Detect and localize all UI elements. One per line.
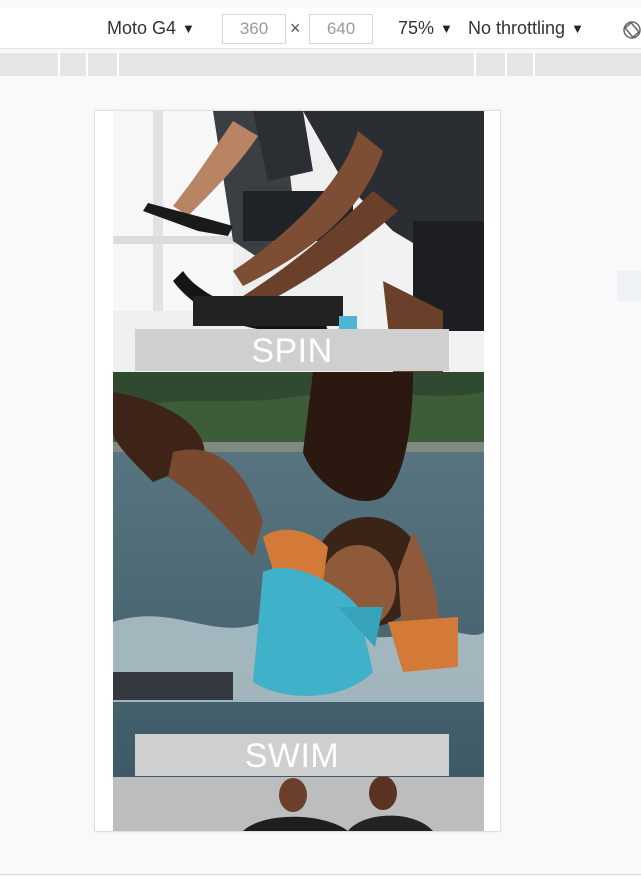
swim-label: SWIM [135, 734, 449, 776]
mq-segment[interactable] [505, 53, 507, 76]
spin-label: SPIN [135, 329, 449, 371]
media-query-bar[interactable] [0, 53, 641, 76]
divider [0, 874, 641, 875]
spin-section[interactable]: SPIN [113, 111, 484, 372]
mq-segment[interactable] [533, 53, 535, 76]
device-select[interactable]: Moto G4 ▼ [107, 18, 195, 39]
chevron-down-icon: ▼ [571, 21, 584, 36]
chevron-down-icon: ▼ [182, 21, 195, 36]
dance-photo [113, 777, 484, 831]
width-input[interactable]: 360 [222, 14, 286, 44]
mq-segment[interactable] [117, 53, 119, 76]
mq-segment[interactable] [86, 53, 88, 76]
height-input[interactable]: 640 [309, 14, 373, 44]
mq-segment[interactable] [474, 53, 476, 76]
swim-section[interactable]: SWIM [113, 372, 484, 777]
rotate-icon[interactable] [622, 20, 641, 40]
chevron-down-icon: ▼ [440, 21, 453, 36]
next-section[interactable] [113, 777, 484, 831]
times-sign: × [290, 18, 301, 38]
mq-segment[interactable] [58, 53, 60, 76]
zoom-label: 75% [398, 18, 435, 38]
device-toolbar: Moto G4 ▼ 360 × 640 75% ▼ No throttling … [0, 8, 641, 49]
resize-handle[interactable] [617, 271, 641, 301]
device-viewport: SPIN SWIM [94, 110, 501, 832]
device-label: Moto G4 [107, 18, 177, 38]
swim-photo [113, 372, 484, 777]
throttle-label: No throttling [468, 18, 566, 38]
zoom-select[interactable]: 75% ▼ [398, 18, 453, 39]
throttle-select[interactable]: No throttling ▼ [468, 18, 584, 39]
